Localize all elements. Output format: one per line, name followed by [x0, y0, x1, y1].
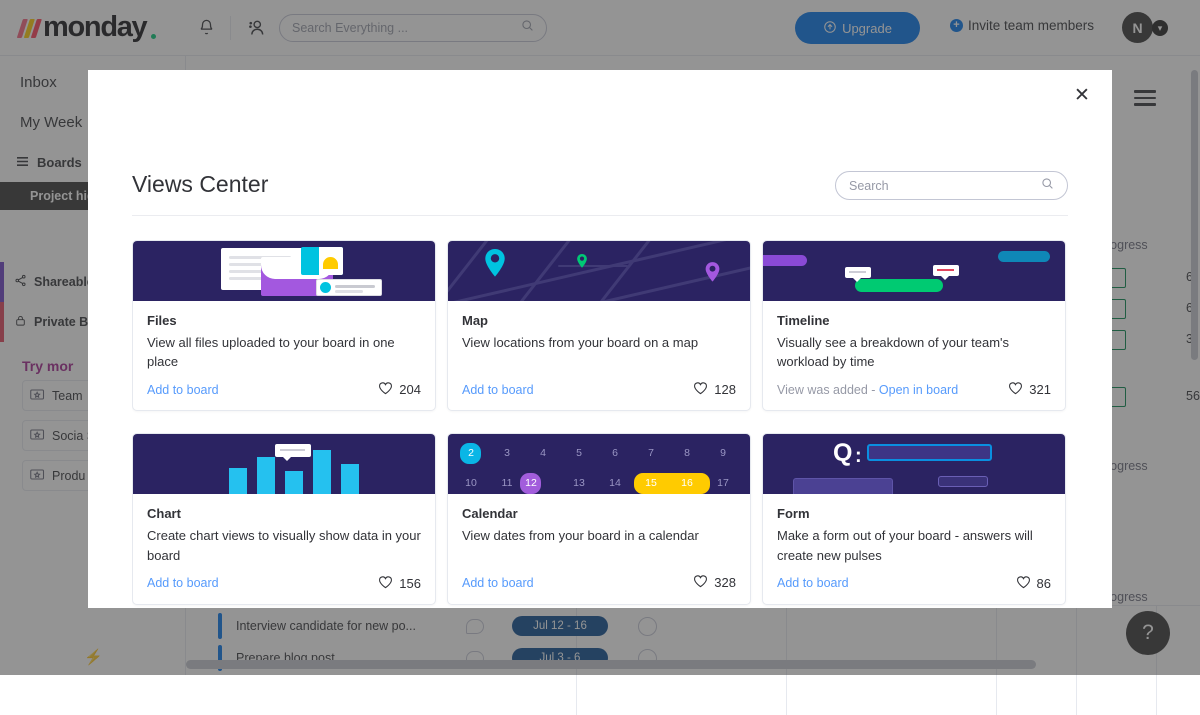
- timeline-body: Timeline Visually see a breakdown of you…: [763, 301, 1065, 371]
- view-added-status: View was added - Open in board: [777, 383, 958, 397]
- view-card-files[interactable]: Files View all files uploaded to your bo…: [132, 240, 436, 411]
- calendar-day: 17: [709, 474, 737, 492]
- add-to-board-button[interactable]: Add to board: [462, 576, 534, 590]
- chart-body: Chart Create chart views to visually sho…: [133, 494, 435, 564]
- search-input[interactable]: Search: [835, 171, 1068, 200]
- heart-icon: [1016, 575, 1031, 592]
- view-card-title: Map: [462, 313, 736, 328]
- likes-counter[interactable]: 204: [378, 381, 421, 398]
- likes-count: 328: [714, 575, 736, 590]
- search-placeholder: Search: [849, 179, 1041, 193]
- calendar-thumbnail: 2 3 4 5 6 7 8 9 10 11 12 13 14 15 16 17: [448, 434, 750, 494]
- calendar-day: 14: [601, 474, 629, 492]
- timeline-thumbnail: [763, 241, 1065, 301]
- heart-icon: [1008, 381, 1023, 398]
- likes-count: 86: [1037, 576, 1051, 591]
- map-body: Map View locations from your board on a …: [448, 301, 750, 371]
- view-card-timeline[interactable]: Timeline Visually see a breakdown of you…: [762, 240, 1066, 411]
- likes-counter[interactable]: 321: [1008, 381, 1051, 398]
- heart-icon: [693, 574, 708, 591]
- close-icon[interactable]: ✕: [1070, 83, 1094, 107]
- calendar-body: Calendar View dates from your board in a…: [448, 494, 750, 564]
- calendar-day: 12: [517, 474, 545, 492]
- likes-count: 204: [399, 382, 421, 397]
- add-to-board-button[interactable]: Add to board: [462, 383, 534, 397]
- chart-thumbnail: [133, 434, 435, 494]
- search-icon: [1041, 177, 1054, 195]
- likes-counter[interactable]: 328: [693, 574, 736, 591]
- heart-icon: [378, 575, 393, 592]
- view-card-description: View locations from your board on a map: [462, 333, 736, 371]
- form-thumbnail: Q :: [763, 434, 1065, 494]
- view-card-description: View all files uploaded to your board in…: [147, 333, 421, 371]
- form-footer: Add to board 86: [763, 565, 1065, 604]
- view-card-description: Make a form out of your board - answers …: [777, 526, 1051, 564]
- view-card-title: Calendar: [462, 506, 736, 521]
- page-title: Views Center: [132, 171, 268, 198]
- view-card-description: Create chart views to visually show data…: [147, 526, 421, 564]
- add-to-board-button[interactable]: Add to board: [147, 576, 219, 590]
- view-card-map[interactable]: Map View locations from your board on a …: [447, 240, 751, 411]
- views-cards-scroll-area[interactable]: Files View all files uploaded to your bo…: [132, 240, 1084, 608]
- files-body: Files View all files uploaded to your bo…: [133, 301, 435, 371]
- likes-counter[interactable]: 156: [378, 575, 421, 592]
- view-card-description: View dates from your board in a calendar: [462, 526, 736, 564]
- heart-icon: [693, 381, 708, 398]
- likes-count: 156: [399, 576, 421, 591]
- likes-counter[interactable]: 128: [693, 381, 736, 398]
- calendar-day: 15: [637, 474, 665, 492]
- view-card-calendar[interactable]: 2 3 4 5 6 7 8 9 10 11 12 13 14 15 16 17: [447, 433, 751, 604]
- calendar-day: 6: [601, 444, 629, 462]
- add-to-board-button[interactable]: Add to board: [147, 383, 219, 397]
- view-card-title: Files: [147, 313, 421, 328]
- view-card-title: Chart: [147, 506, 421, 521]
- timeline-footer: View was added - Open in board 321: [763, 371, 1065, 410]
- views-cards-grid: Files View all files uploaded to your bo…: [132, 240, 1072, 608]
- views-center-modal: ✕ Views Center Search: [88, 70, 1112, 608]
- add-to-board-button[interactable]: Add to board: [777, 576, 849, 590]
- likes-count: 321: [1029, 382, 1051, 397]
- view-added-label: View was added -: [777, 383, 879, 397]
- calendar-day: 3: [493, 444, 521, 462]
- chart-footer: Add to board 156: [133, 565, 435, 604]
- map-footer: Add to board 128: [448, 371, 750, 410]
- files-footer: Add to board 204: [133, 371, 435, 410]
- likes-count: 128: [714, 382, 736, 397]
- calendar-day: 2: [457, 444, 485, 462]
- calendar-day: 13: [565, 474, 593, 492]
- calendar-day: 5: [565, 444, 593, 462]
- calendar-day: 9: [709, 444, 737, 462]
- files-thumbnail: [133, 241, 435, 301]
- view-card-description: Visually see a breakdown of your team's …: [777, 333, 1051, 371]
- calendar-day: 7: [637, 444, 665, 462]
- map-thumbnail: [448, 241, 750, 301]
- view-card-title: Form: [777, 506, 1051, 521]
- heart-icon: [378, 381, 393, 398]
- calendar-day: 10: [457, 474, 485, 492]
- likes-counter[interactable]: 86: [1016, 575, 1051, 592]
- calendar-day: 8: [673, 444, 701, 462]
- calendar-day: 16: [673, 474, 701, 492]
- view-card-title: Timeline: [777, 313, 1051, 328]
- calendar-footer: Add to board 328: [448, 564, 750, 603]
- view-card-form[interactable]: Q : Form Make a form out of your board -…: [762, 433, 1066, 604]
- form-body: Form Make a form out of your board - ans…: [763, 494, 1065, 564]
- view-card-chart[interactable]: Chart Create chart views to visually sho…: [132, 433, 436, 604]
- calendar-day: 4: [529, 444, 557, 462]
- open-in-board-link[interactable]: Open in board: [879, 383, 958, 397]
- divider: [132, 215, 1068, 216]
